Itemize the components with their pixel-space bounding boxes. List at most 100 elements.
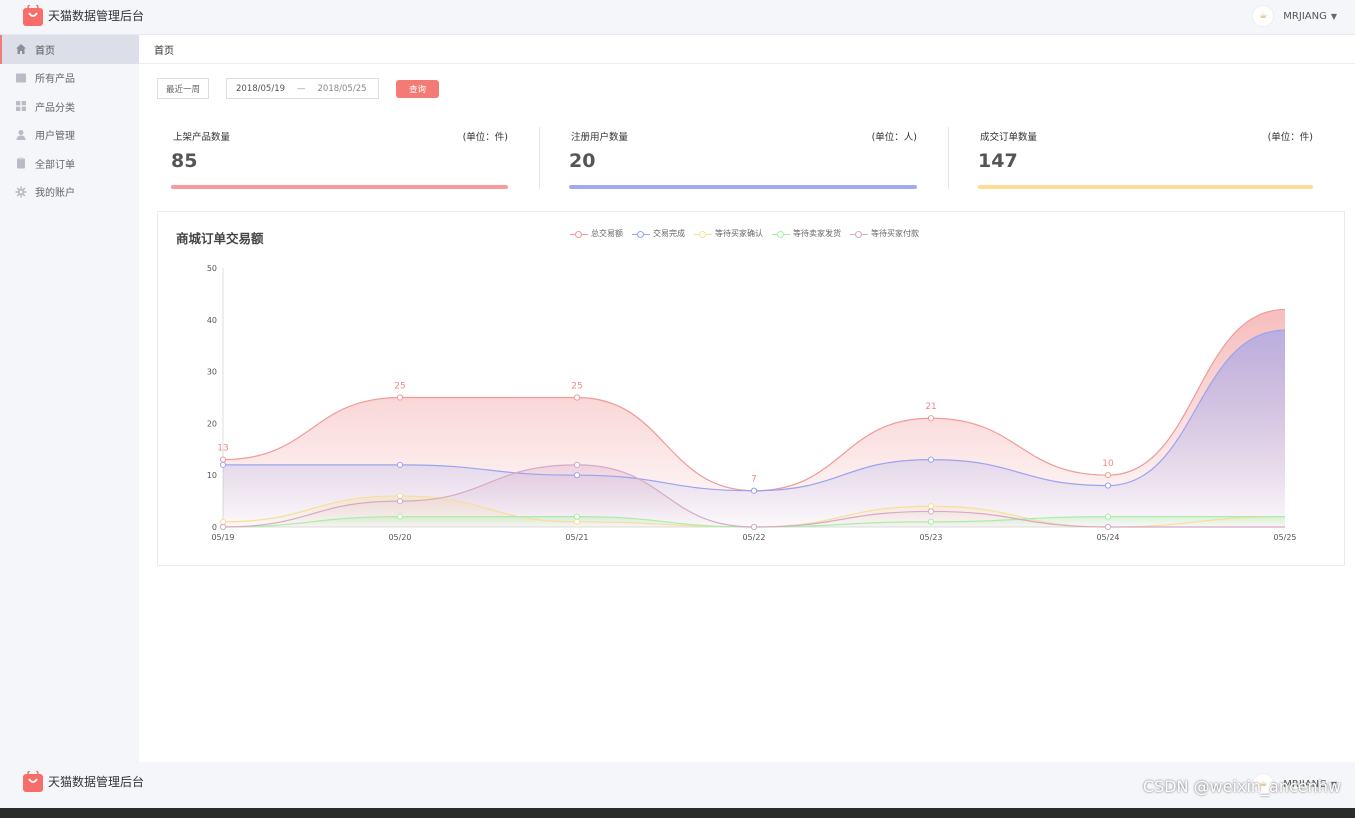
data-point — [219, 523, 227, 531]
sidebar-item-category[interactable]: 产品分类 — [0, 92, 139, 121]
sidebar-item-home[interactable]: 首页 — [0, 35, 139, 64]
data-point — [927, 415, 935, 422]
x-tick-label: 05/24 — [1096, 533, 1119, 542]
data-label: 13 — [217, 444, 228, 454]
sidebar-item-label: 全部订单 — [35, 159, 75, 171]
data-point — [396, 498, 404, 505]
stat-value: 20 — [569, 150, 596, 172]
sidebar: 首页 所有产品 产品分类 用户管理 全部订单 我的账户 — [0, 35, 139, 762]
y-tick-label: 40 — [207, 316, 217, 325]
sidebar-item-users[interactable]: 用户管理 — [0, 121, 139, 150]
y-tick-label: 20 — [207, 419, 217, 428]
data-point — [1104, 523, 1112, 531]
date-range-picker[interactable]: 2018/05/19 — 2018/05/25 — [226, 78, 380, 99]
data-label: 25 — [394, 382, 405, 392]
stat-card-products: 上架产品数量 (单位：件) 85 — [171, 127, 508, 197]
chart-legend: 总交易额 交易完成 等待买家确认 等待卖家发货 等待买家付款 — [570, 228, 928, 239]
user-name: MRJIANG — [1283, 10, 1327, 22]
legend-label: 等待买家付款 — [871, 229, 919, 238]
sidebar-item-products[interactable]: 所有产品 — [0, 64, 139, 93]
user-icon — [15, 129, 27, 141]
x-tick-label: 05/22 — [742, 533, 765, 542]
top-bar: 天猫数据管理后台 ☕ MRJIANG ▼ — [0, 0, 1355, 35]
x-tick-label: 05/19 — [211, 533, 234, 542]
data-label: 25 — [571, 382, 582, 392]
chart-title: 商城订单交易额 — [176, 231, 264, 246]
legend-item[interactable]: 等待买家确认 — [694, 228, 763, 239]
footer-title: 天猫数据管理后台 — [48, 775, 145, 789]
sidebar-item-label: 所有产品 — [35, 74, 75, 86]
data-point — [1104, 513, 1112, 520]
data-point — [750, 523, 758, 531]
stat-unit: (单位：件) — [462, 132, 508, 143]
divider — [539, 127, 540, 189]
stat-bar — [171, 185, 508, 189]
legend-marker — [772, 230, 790, 238]
x-tick-label: 05/21 — [565, 533, 588, 542]
stat-label: 成交订单数量 — [980, 132, 1038, 143]
y-tick-label: 50 — [207, 264, 217, 273]
data-point — [927, 508, 935, 515]
legend-marker — [632, 230, 650, 238]
avatar: ☕ — [1252, 5, 1275, 27]
data-point — [396, 492, 404, 500]
data-point — [219, 461, 227, 468]
start-date: 2018/05/19 — [236, 83, 286, 94]
data-point — [1104, 482, 1112, 489]
stat-label: 上架产品数量 — [173, 132, 231, 143]
stat-card-users: 注册用户数量 (单位：人) 20 — [569, 127, 917, 197]
data-point — [396, 461, 404, 468]
legend-label: 交易完成 — [653, 229, 685, 238]
stat-label: 注册用户数量 — [571, 132, 629, 143]
home-icon — [15, 43, 27, 55]
data-point — [927, 518, 935, 525]
products-icon — [15, 72, 27, 84]
user-menu[interactable]: ☕ MRJIANG ▼ — [1252, 5, 1337, 27]
stat-unit: (单位：人) — [871, 132, 917, 143]
legend-label: 等待卖家发货 — [793, 229, 841, 238]
legend-item[interactable]: 等待买家付款 — [850, 228, 919, 239]
data-point — [219, 518, 227, 525]
x-tick-label: 05/20 — [388, 533, 411, 542]
data-label: 7 — [751, 475, 757, 485]
stat-unit: (单位：件) — [1267, 132, 1313, 143]
data-point — [573, 461, 581, 468]
caret-down-icon: ▼ — [1330, 11, 1337, 21]
shopping-bag-logo-icon — [23, 5, 43, 26]
y-tick-label: 30 — [207, 368, 217, 377]
sidebar-item-label: 产品分类 — [35, 102, 75, 114]
sidebar-item-label: 我的账户 — [35, 188, 75, 200]
data-point — [573, 472, 581, 479]
sidebar-item-account[interactable]: 我的账户 — [0, 178, 139, 207]
filter-bar: 最近一周 2018/05/19 — 2018/05/25 查询 — [157, 78, 440, 99]
gear-icon — [15, 186, 27, 198]
brand[interactable]: 天猫数据管理后台 — [23, 5, 144, 26]
category-icon — [15, 100, 27, 112]
legend-item[interactable]: 等待卖家发货 — [772, 228, 841, 239]
data-point — [927, 456, 935, 463]
sidebar-item-label: 用户管理 — [35, 131, 75, 143]
sidebar-item-orders[interactable]: 全部订单 — [0, 149, 139, 178]
legend-label: 总交易额 — [591, 229, 623, 238]
legend-marker — [694, 230, 712, 238]
query-button[interactable]: 查询 — [396, 79, 440, 98]
x-tick-label: 05/25 — [1273, 533, 1296, 542]
stat-bar — [978, 185, 1313, 189]
range-button[interactable]: 最近一周 — [157, 78, 210, 99]
bottom-strip — [0, 808, 1355, 818]
stat-value: 85 — [171, 150, 198, 172]
data-point — [219, 456, 227, 463]
data-point — [573, 518, 581, 525]
legend-item[interactable]: 交易完成 — [632, 228, 685, 239]
footer-brand[interactable]: 天猫数据管理后台 — [23, 771, 144, 792]
data-point — [927, 503, 935, 510]
breadcrumb-current[interactable]: 首页 — [154, 42, 174, 57]
breadcrumb: 首页 — [139, 35, 1355, 64]
app-title: 天猫数据管理后台 — [48, 9, 145, 23]
legend-item[interactable]: 总交易额 — [570, 228, 623, 239]
data-point — [396, 394, 404, 401]
shopping-bag-logo-icon — [23, 771, 43, 792]
orders-icon — [15, 157, 27, 169]
data-point — [573, 513, 581, 520]
main-content: 首页 最近一周 2018/05/19 — 2018/05/25 查询 上架产品数… — [139, 35, 1355, 762]
